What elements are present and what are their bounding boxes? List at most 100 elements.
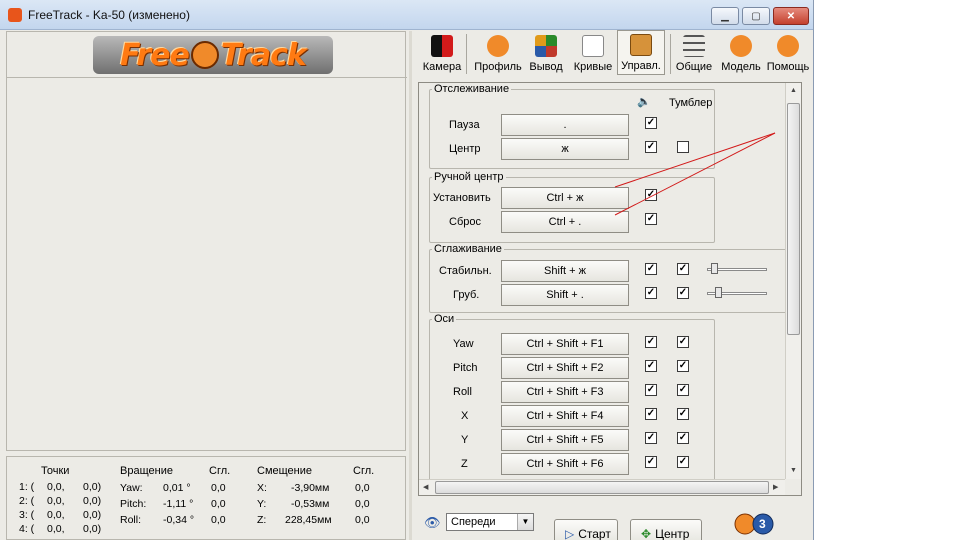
scroll-left-arrow[interactable]: ◀	[423, 483, 428, 491]
stable-checkbox-2[interactable]: ✓	[677, 263, 689, 275]
tab-profile[interactable]: Профиль	[472, 30, 524, 75]
curves-graph-icon	[582, 35, 604, 57]
panel-splitter[interactable]	[409, 31, 412, 540]
axis-checkbox-0-1[interactable]: ✓	[645, 336, 657, 348]
roll-value: -0,34 °	[163, 514, 195, 526]
chevron-down-icon[interactable]: ▼	[517, 514, 533, 530]
minimize-button[interactable]: ▁	[711, 7, 739, 25]
settings-panel: Камера Профиль Вывод Кривые Управл. Общи…	[414, 30, 810, 540]
general-settings-icon	[683, 35, 705, 57]
center-sound-checkbox[interactable]: ✓	[645, 141, 657, 153]
scroll-right-arrow[interactable]: ▶	[773, 483, 778, 491]
point-2-label: 2: (	[19, 495, 35, 507]
rough-hotkey-button[interactable]: Shift + .	[501, 284, 629, 306]
point-3-label: 3: (	[19, 509, 35, 521]
tab-curves[interactable]: Кривые	[570, 30, 616, 75]
rough-checkbox-2[interactable]: ✓	[677, 287, 689, 299]
point-3-y: 0,0)	[83, 509, 102, 521]
rough-label: Груб.	[453, 289, 480, 301]
axis-checkbox-2-1[interactable]: ✓	[645, 384, 657, 396]
axis-checkbox-3-1[interactable]: ✓	[645, 408, 657, 420]
rotation-header: Вращение	[120, 465, 173, 477]
title-bar[interactable]: FreeTrack - Ka-50 (изменено) ▁ ▢ ✕	[0, 0, 813, 30]
reset-center-checkbox[interactable]: ✓	[645, 213, 657, 225]
point-3-x: 0,0,	[47, 509, 65, 521]
keyboard-key-icon	[630, 34, 652, 56]
axis-checkbox-5-1[interactable]: ✓	[645, 456, 657, 468]
freetrack-window: FreeTrack - Ka-50 (изменено) ▁ ▢ ✕ Free …	[0, 0, 814, 540]
tab-output[interactable]: Вывод	[526, 30, 566, 75]
close-button[interactable]: ✕	[773, 7, 809, 25]
vertical-scrollbar[interactable]: ▲ ▼	[785, 83, 801, 479]
offset-smooth-header: Сгл.	[353, 465, 375, 477]
rough-slider[interactable]	[707, 287, 767, 298]
axis-label-4: Y	[461, 434, 469, 446]
rough-checkbox-1[interactable]: ✓	[645, 287, 657, 299]
logo-head-icon	[190, 41, 219, 69]
sound-icon: 🔈	[637, 96, 651, 108]
axis-checkbox-5-2[interactable]: ✓	[677, 456, 689, 468]
freetrack-logo: Free Track	[93, 36, 333, 74]
axis-hotkey-button-2[interactable]: Ctrl + Shift + F3	[501, 381, 629, 403]
tab-control[interactable]: Управл.	[617, 30, 665, 75]
tab-general[interactable]: Общие	[674, 30, 714, 75]
center-button[interactable]: ✥ Центр	[630, 519, 702, 540]
point-4-x: 0,0,	[47, 523, 65, 535]
set-center-hotkey-button[interactable]: Ctrl + ж	[501, 187, 629, 209]
axis-checkbox-3-2[interactable]: ✓	[677, 408, 689, 420]
stable-checkbox-1[interactable]: ✓	[645, 263, 657, 275]
tab-help[interactable]: Помощь	[766, 30, 810, 75]
offset-header: Смещение	[257, 465, 313, 477]
tab-model[interactable]: Модель	[718, 30, 764, 75]
center-button-label: Центр	[655, 527, 690, 540]
axis-checkbox-4-1[interactable]: ✓	[645, 432, 657, 444]
smoothing-legend: Сглаживание	[434, 243, 502, 255]
axis-hotkey-button-4[interactable]: Ctrl + Shift + F5	[501, 429, 629, 451]
stable-slider[interactable]	[707, 263, 767, 274]
start-button[interactable]: ▷ Старт	[554, 519, 618, 540]
point-1-x: 0,0,	[47, 481, 65, 493]
scroll-down-arrow[interactable]: ▼	[790, 467, 797, 474]
horizontal-scrollbar[interactable]: ◀ ▶	[419, 479, 785, 495]
axis-hotkey-button-1[interactable]: Ctrl + Shift + F2	[501, 357, 629, 379]
axis-hotkey-button-3[interactable]: Ctrl + Shift + F4	[501, 405, 629, 427]
point-2-y: 0,0)	[83, 495, 102, 507]
scroll-up-arrow[interactable]: ▲	[790, 87, 797, 94]
pause-hotkey-button[interactable]: .	[501, 114, 629, 136]
center-arrows-icon: ✥	[641, 527, 652, 540]
offset-x-label: X:	[257, 482, 267, 494]
set-center-checkbox[interactable]: ✓	[645, 189, 657, 201]
center-hotkey-button[interactable]: ж	[501, 138, 629, 160]
pause-sound-checkbox[interactable]: ✓	[645, 117, 657, 129]
axis-hotkey-button-5[interactable]: Ctrl + Shift + F6	[501, 453, 629, 475]
reset-center-hotkey-button[interactable]: Ctrl + .	[501, 211, 629, 233]
stable-hotkey-button[interactable]: Shift + ж	[501, 260, 629, 282]
points-header: Точки	[41, 465, 70, 477]
camera-icon	[431, 35, 453, 57]
pitch-value: -1,11 °	[163, 498, 194, 510]
axis-label-0: Yaw	[453, 338, 474, 350]
rotation-smooth-header: Сгл.	[209, 465, 231, 477]
axis-checkbox-1-2[interactable]: ✓	[677, 360, 689, 372]
hotkeys-scroll-panel[interactable]: Отслеживание 🔈 Тумблер Пауза . ✓ Центр ж…	[418, 82, 802, 496]
view-select[interactable]: Спереди ▼	[446, 513, 534, 531]
horizontal-scroll-thumb[interactable]	[435, 481, 769, 494]
axis-hotkey-button-0[interactable]: Ctrl + Shift + F1	[501, 333, 629, 355]
axis-checkbox-4-2[interactable]: ✓	[677, 432, 689, 444]
vertical-scroll-thumb[interactable]	[787, 103, 800, 335]
axis-checkbox-2-2[interactable]: ✓	[677, 384, 689, 396]
eye-icon: 👁	[424, 515, 441, 530]
axis-checkbox-0-2[interactable]: ✓	[677, 336, 689, 348]
center-toggle-checkbox[interactable]	[677, 141, 689, 153]
maximize-button[interactable]: ▢	[742, 7, 770, 25]
offset-x-value: -3,90мм	[291, 482, 330, 494]
logo-text-track: Track	[220, 37, 307, 73]
tab-general-label: Общие	[675, 61, 713, 73]
tab-camera[interactable]: Камера	[420, 30, 464, 75]
app-icon	[8, 8, 22, 22]
axis-checkbox-1-1[interactable]: ✓	[645, 360, 657, 372]
roll-label: Roll:	[120, 514, 142, 526]
tab-camera-label: Камера	[422, 61, 462, 73]
video-preview-panel: Free Track	[6, 31, 407, 451]
pitch-label: Pitch:	[120, 498, 147, 510]
